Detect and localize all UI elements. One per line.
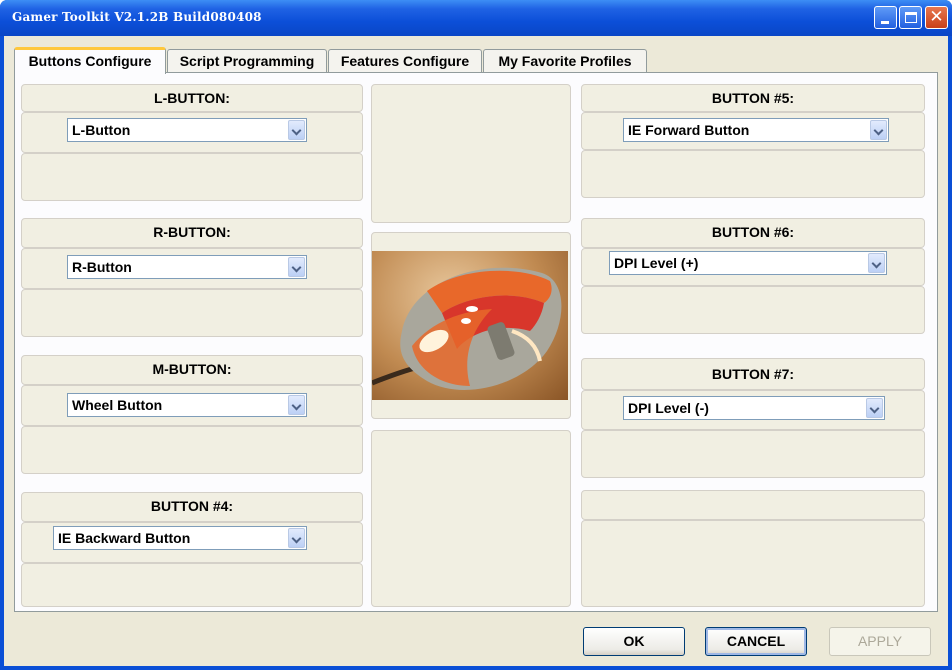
maximize-icon — [905, 12, 917, 23]
button7-value: DPI Level (-) — [628, 400, 709, 416]
tab-label: My Favorite Profiles — [498, 53, 632, 69]
r-button-title: R-BUTTON: — [153, 224, 231, 240]
mouse-illustration — [372, 267, 562, 390]
button6-header: BUTTON #6: — [581, 218, 925, 248]
apply-button: APPLY — [829, 627, 931, 656]
close-icon: ✕ — [929, 7, 944, 27]
l-button-select[interactable]: L-Button — [67, 118, 307, 142]
button4-detail-area — [21, 563, 363, 607]
apply-label: APPLY — [857, 633, 903, 649]
button6-title: BUTTON #6: — [711, 224, 795, 240]
chevron-down-icon[interactable] — [868, 253, 885, 273]
button5-title: BUTTON #5: — [711, 90, 795, 106]
chevron-down-icon[interactable] — [288, 528, 305, 548]
l-button-title: L-BUTTON: — [154, 90, 230, 106]
chevron-down-icon[interactable] — [866, 398, 883, 418]
r-button-value: R-Button — [72, 259, 132, 275]
tab-features-configure[interactable]: Features Configure — [328, 49, 482, 73]
tab-buttons-configure[interactable]: Buttons Configure — [14, 47, 166, 74]
ok-label: OK — [623, 633, 645, 649]
minimize-icon — [881, 21, 889, 24]
maximize-button[interactable] — [899, 6, 922, 29]
minimize-button[interactable] — [874, 6, 897, 29]
m-button-header: M-BUTTON: — [21, 355, 363, 385]
cancel-label: CANCEL — [726, 633, 786, 649]
button4-header: BUTTON #4: — [21, 492, 363, 522]
cancel-button[interactable]: CANCEL — [705, 627, 807, 656]
button5-value: IE Forward Button — [628, 122, 750, 138]
l-button-header: L-BUTTON: — [21, 84, 363, 112]
m-button-select[interactable]: Wheel Button — [67, 393, 307, 417]
button6-detail-area — [581, 286, 925, 334]
close-button[interactable]: ✕ — [925, 6, 948, 29]
m-button-detail-area — [21, 426, 363, 474]
button5-select[interactable]: IE Forward Button — [623, 118, 889, 142]
r-button-detail-area — [21, 289, 363, 337]
ok-button[interactable]: OK — [583, 627, 685, 656]
center-bottom-area — [371, 430, 571, 607]
chevron-down-icon[interactable] — [288, 257, 305, 277]
l-button-detail-area — [21, 153, 363, 201]
tab-script-programming[interactable]: Script Programming — [167, 49, 327, 73]
r-button-select[interactable]: R-Button — [67, 255, 307, 279]
right-empty-header — [581, 490, 925, 520]
chevron-down-icon[interactable] — [870, 120, 887, 140]
button7-header: BUTTON #7: — [581, 358, 925, 390]
right-empty-area — [581, 520, 925, 607]
tab-label: Script Programming — [179, 53, 315, 69]
button6-value: DPI Level (+) — [614, 255, 699, 271]
title-bar[interactable]: Gamer Toolkit V2.1.2B Build080408 ✕ — [0, 0, 952, 36]
button5-detail-area — [581, 150, 925, 198]
center-top-area — [371, 84, 571, 223]
button6-select[interactable]: DPI Level (+) — [609, 251, 887, 275]
l-button-value: L-Button — [72, 122, 131, 138]
button7-detail-area — [581, 430, 925, 478]
chevron-down-icon[interactable] — [288, 395, 305, 415]
button4-title: BUTTON #4: — [150, 498, 234, 514]
button7-title: BUTTON #7: — [711, 366, 795, 382]
tab-label: Buttons Configure — [28, 53, 152, 69]
r-button-header: R-BUTTON: — [21, 218, 363, 248]
tab-my-favorite-profiles[interactable]: My Favorite Profiles — [483, 49, 647, 73]
window-title: Gamer Toolkit V2.1.2B Build080408 — [12, 10, 262, 24]
button7-select[interactable]: DPI Level (-) — [623, 396, 885, 420]
m-button-value: Wheel Button — [72, 397, 163, 413]
button4-value: IE Backward Button — [58, 530, 191, 546]
tab-label: Features Configure — [340, 53, 470, 69]
m-button-title: M-BUTTON: — [152, 361, 232, 377]
mouse-photo — [372, 251, 568, 400]
button5-header: BUTTON #5: — [581, 84, 925, 112]
chevron-down-icon[interactable] — [288, 120, 305, 140]
button4-select[interactable]: IE Backward Button — [53, 526, 307, 550]
app-window: Gamer Toolkit V2.1.2B Build080408 ✕ Butt… — [0, 0, 952, 670]
